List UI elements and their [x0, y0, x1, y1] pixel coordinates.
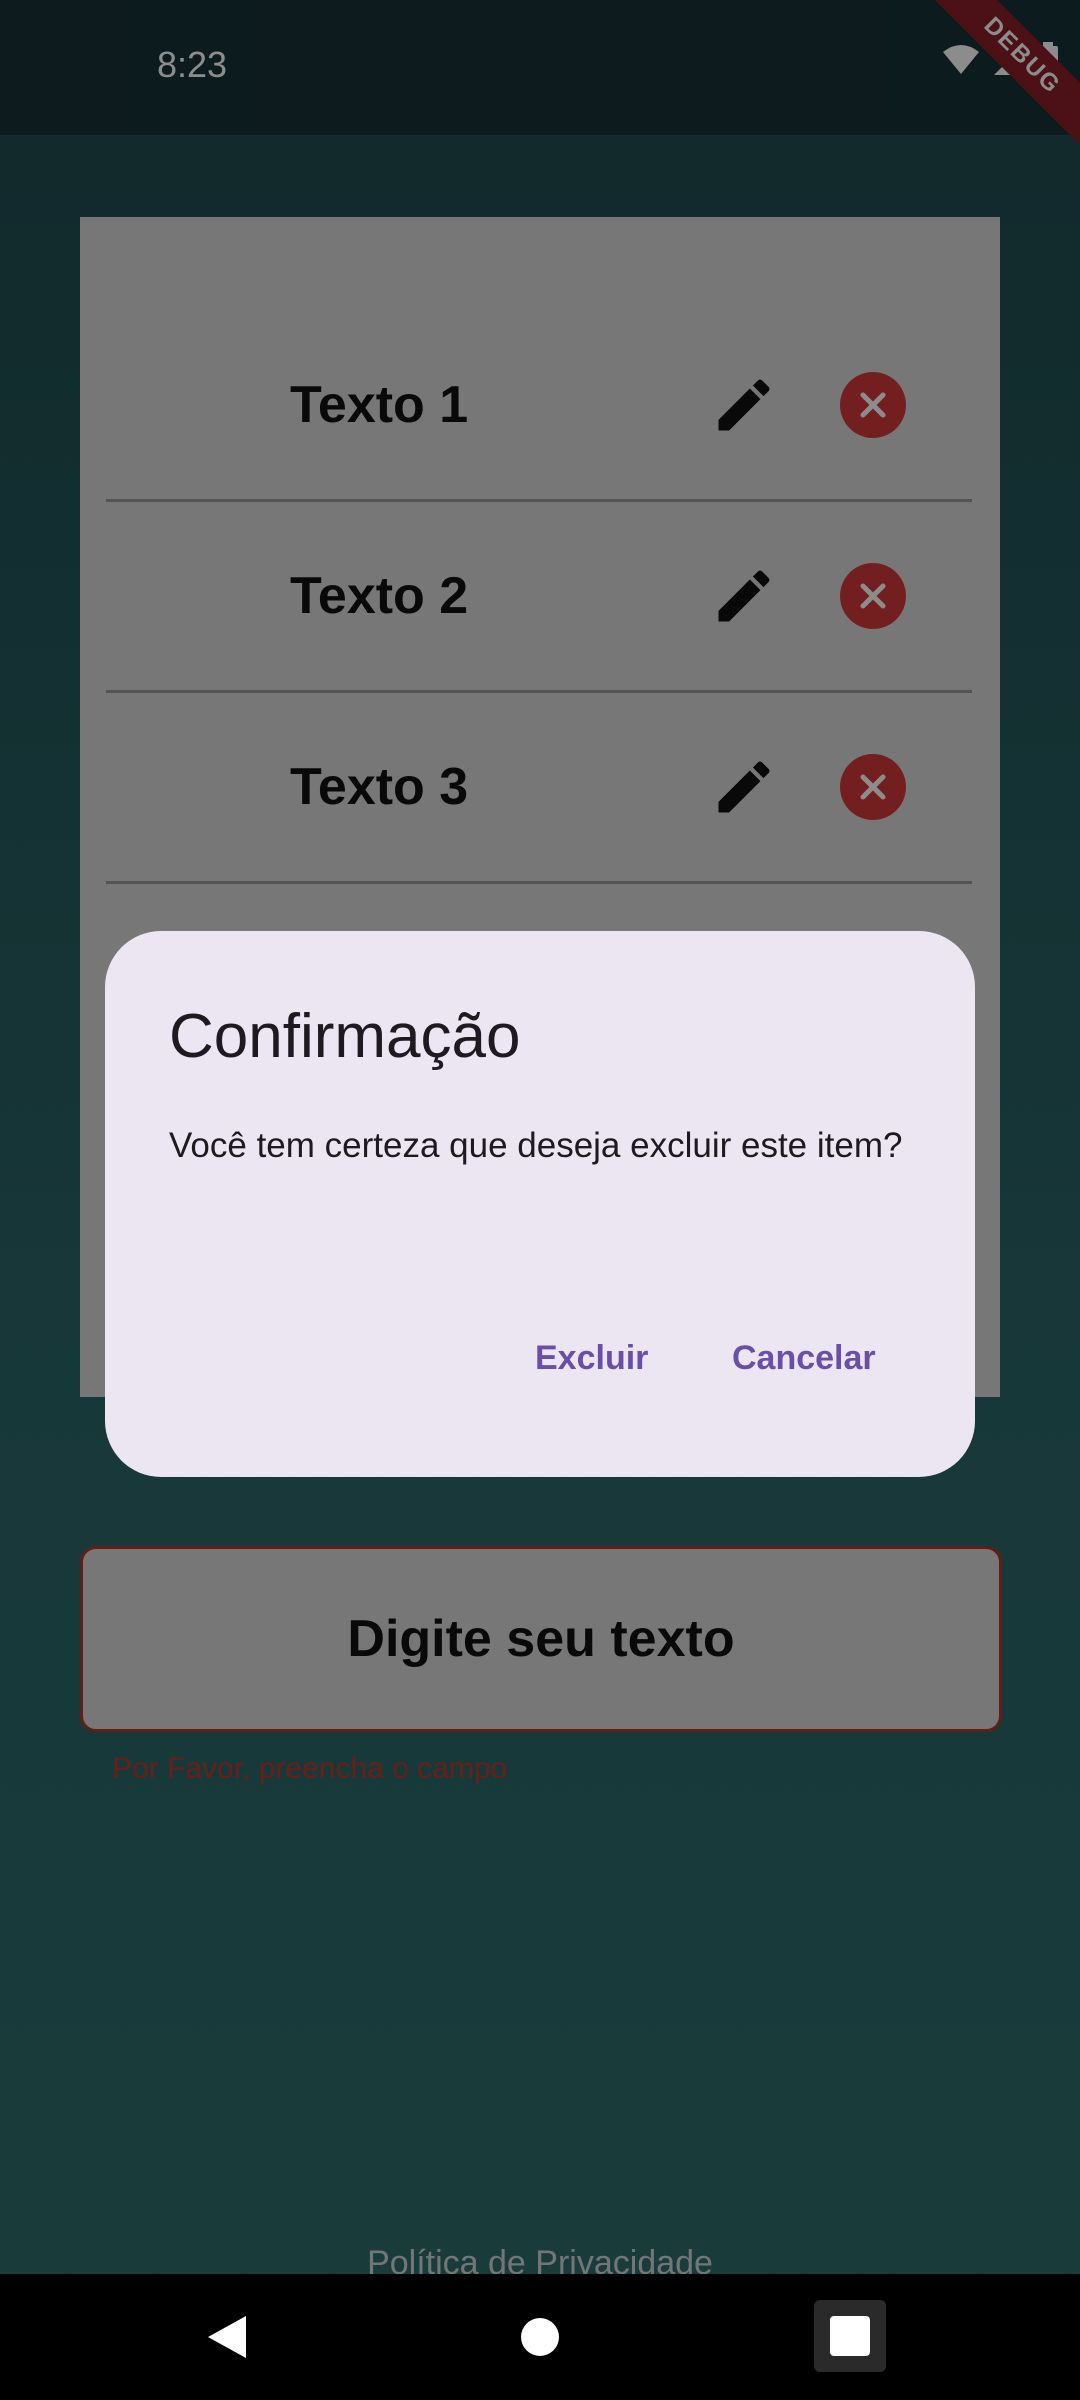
back-icon[interactable] [206, 2314, 248, 2360]
cancel-button[interactable]: Cancelar [712, 1323, 896, 1394]
confirm-delete-button[interactable]: Excluir [515, 1323, 668, 1394]
dialog-message: Você tem certeza que deseja excluir este… [169, 1126, 903, 1165]
confirm-dialog: Confirmação Você tem certeza que deseja … [105, 931, 975, 1477]
system-nav-bar [0, 2274, 1080, 2400]
recent-apps-icon[interactable] [814, 2300, 886, 2372]
home-icon[interactable] [521, 2318, 559, 2356]
dialog-title: Confirmação [169, 1002, 521, 1071]
